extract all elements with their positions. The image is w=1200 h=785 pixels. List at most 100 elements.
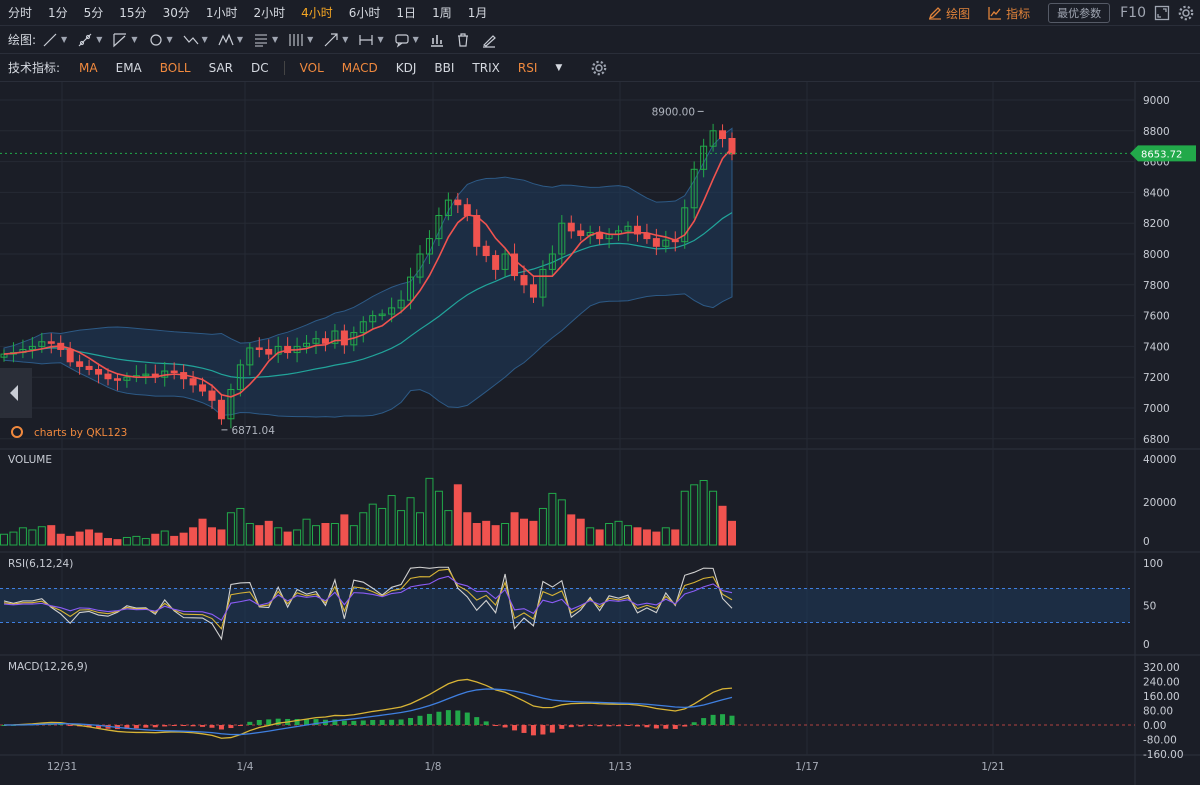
timeframe-11[interactable]: 1月 bbox=[460, 4, 496, 21]
volume-bar bbox=[18, 527, 27, 546]
indicator-ema[interactable]: EMA bbox=[107, 61, 151, 75]
logo-icon bbox=[11, 426, 23, 438]
macd-histogram-bar bbox=[616, 725, 622, 727]
indicator-sar[interactable]: SAR bbox=[200, 61, 242, 75]
price-tick: 8400 bbox=[1143, 187, 1170, 199]
timeframe-10[interactable]: 1周 bbox=[424, 4, 460, 21]
timeframe-6[interactable]: 2小时 bbox=[246, 4, 294, 21]
indicator-trix[interactable]: TRIX bbox=[463, 61, 508, 75]
volume-bar bbox=[520, 518, 528, 546]
macd-histogram-bar bbox=[597, 725, 603, 727]
indicator-boll[interactable]: BOLL bbox=[151, 61, 200, 75]
volume-bar bbox=[425, 477, 434, 546]
timeframe-0[interactable]: 分时 bbox=[0, 4, 40, 21]
macd-tick: 80.00 bbox=[1143, 706, 1173, 718]
rsi-title: RSI(6,12,24) bbox=[8, 558, 73, 570]
macd-histogram-bar bbox=[162, 725, 168, 727]
indicator-macd[interactable]: MACD bbox=[333, 61, 387, 75]
ray-tool[interactable]: ▼ bbox=[77, 32, 102, 48]
macd-histogram-bar bbox=[181, 725, 187, 726]
indicator-kdj[interactable]: KDJ bbox=[387, 61, 426, 75]
candle bbox=[454, 199, 462, 206]
date-label: 1/8 bbox=[425, 761, 442, 773]
timeframe-2[interactable]: 5分 bbox=[76, 4, 112, 21]
timeframe-3[interactable]: 15分 bbox=[111, 4, 154, 21]
channel-icon bbox=[113, 32, 127, 47]
timeframe-4[interactable]: 30分 bbox=[155, 4, 198, 21]
volume-bar bbox=[85, 529, 94, 546]
indicator-dc[interactable]: DC bbox=[242, 61, 278, 75]
pattern-tool[interactable]: ▼ bbox=[218, 32, 243, 48]
volume-bar bbox=[510, 512, 519, 546]
macd-histogram-bar bbox=[710, 714, 716, 725]
macd-histogram-bar bbox=[701, 718, 707, 725]
date-label: 1/13 bbox=[608, 761, 632, 773]
candle bbox=[66, 348, 74, 363]
drawing-label: 绘图: bbox=[8, 33, 37, 47]
macd-histogram-bar bbox=[682, 725, 688, 727]
price-tick: 7800 bbox=[1143, 280, 1170, 292]
price-tick: 7000 bbox=[1143, 403, 1170, 415]
text-tool[interactable]: ▼ bbox=[253, 32, 278, 48]
volume-bar bbox=[642, 529, 651, 546]
grid-tool[interactable]: ▼ bbox=[288, 32, 313, 48]
candle bbox=[652, 238, 660, 247]
indicator-rsi[interactable]: RSI bbox=[509, 61, 547, 75]
delete-tool[interactable] bbox=[455, 32, 471, 48]
clear-tool[interactable] bbox=[481, 32, 497, 48]
indicator-vol[interactable]: VOL bbox=[291, 61, 333, 75]
channel-tool[interactable]: ▼ bbox=[112, 32, 138, 48]
timeframe-1[interactable]: 1分 bbox=[40, 4, 76, 21]
price-tick: 8800 bbox=[1143, 126, 1170, 138]
timeframe-7[interactable]: 4小时 bbox=[293, 4, 341, 21]
macd-histogram-bar bbox=[266, 719, 272, 725]
indicator-bbi[interactable]: BBI bbox=[425, 61, 463, 75]
macd-histogram-bar bbox=[653, 725, 659, 729]
macd-histogram-bar bbox=[644, 725, 650, 728]
volume-title: VOLUME bbox=[8, 454, 52, 466]
line-chart-icon bbox=[988, 7, 1002, 20]
settings-icon[interactable] bbox=[1178, 5, 1194, 21]
annotation-tool[interactable]: ▼ bbox=[394, 32, 419, 48]
ray-icon bbox=[78, 33, 92, 46]
macd-histogram-bar bbox=[493, 725, 499, 726]
candle bbox=[643, 233, 651, 240]
indicator-more-dropdown[interactable]: ▼ bbox=[546, 63, 571, 73]
candle bbox=[728, 138, 736, 155]
candle bbox=[567, 222, 575, 232]
bar-chart-tool[interactable] bbox=[429, 32, 445, 48]
volume-bar bbox=[274, 527, 283, 546]
macd-title: MACD(12,26,9) bbox=[8, 661, 88, 673]
macd-histogram-bar bbox=[408, 717, 414, 725]
fullscreen-icon[interactable] bbox=[1154, 5, 1170, 21]
fib-tool[interactable]: ▼ bbox=[183, 32, 208, 48]
timeframe-bar: 分时 1分 5分 15分 30分 1小时 2小时 4小时 6小时 1日 1周 1月 绘图 指标 最优参… bbox=[0, 0, 1200, 26]
f10-button[interactable]: F10 bbox=[1120, 5, 1146, 21]
timeframe-5[interactable]: 1小时 bbox=[198, 4, 246, 21]
indicator-ma[interactable]: MA bbox=[70, 61, 107, 75]
timeframe-8[interactable]: 6小时 bbox=[341, 4, 389, 21]
optimal-params-button[interactable]: 最优参数 bbox=[1048, 3, 1111, 23]
measure-tool[interactable]: ▼ bbox=[358, 32, 384, 48]
gear-icon[interactable] bbox=[591, 60, 607, 76]
bar-chart-icon bbox=[430, 34, 443, 47]
indicator-label: 技术指标: bbox=[8, 61, 61, 75]
rsi-tick: 100 bbox=[1143, 558, 1163, 570]
draw-button[interactable]: 绘图 bbox=[928, 5, 970, 22]
arrow-tool[interactable]: ▼ bbox=[323, 32, 348, 48]
macd-histogram-bar bbox=[360, 720, 366, 725]
volume-bar bbox=[368, 503, 377, 546]
volume-bar bbox=[463, 512, 472, 546]
line-tool[interactable]: ▼ bbox=[42, 32, 67, 48]
arrow-icon bbox=[324, 32, 338, 46]
macd-histogram-bar bbox=[691, 722, 697, 725]
macd-histogram-bar bbox=[587, 725, 593, 727]
timeframe-9[interactable]: 1日 bbox=[388, 4, 424, 21]
indicator-button[interactable]: 指标 bbox=[988, 5, 1030, 22]
volume-bar bbox=[624, 525, 632, 546]
volume-bar bbox=[633, 527, 642, 546]
shape-tool[interactable]: ▼ bbox=[148, 32, 173, 48]
draw-button-label: 绘图 bbox=[946, 6, 971, 21]
zigzag-icon bbox=[183, 35, 199, 44]
trading-chart[interactable]: 12/31 1/4 1/8 1/13 1/17 1/2190008800860084008… bbox=[0, 82, 1200, 785]
